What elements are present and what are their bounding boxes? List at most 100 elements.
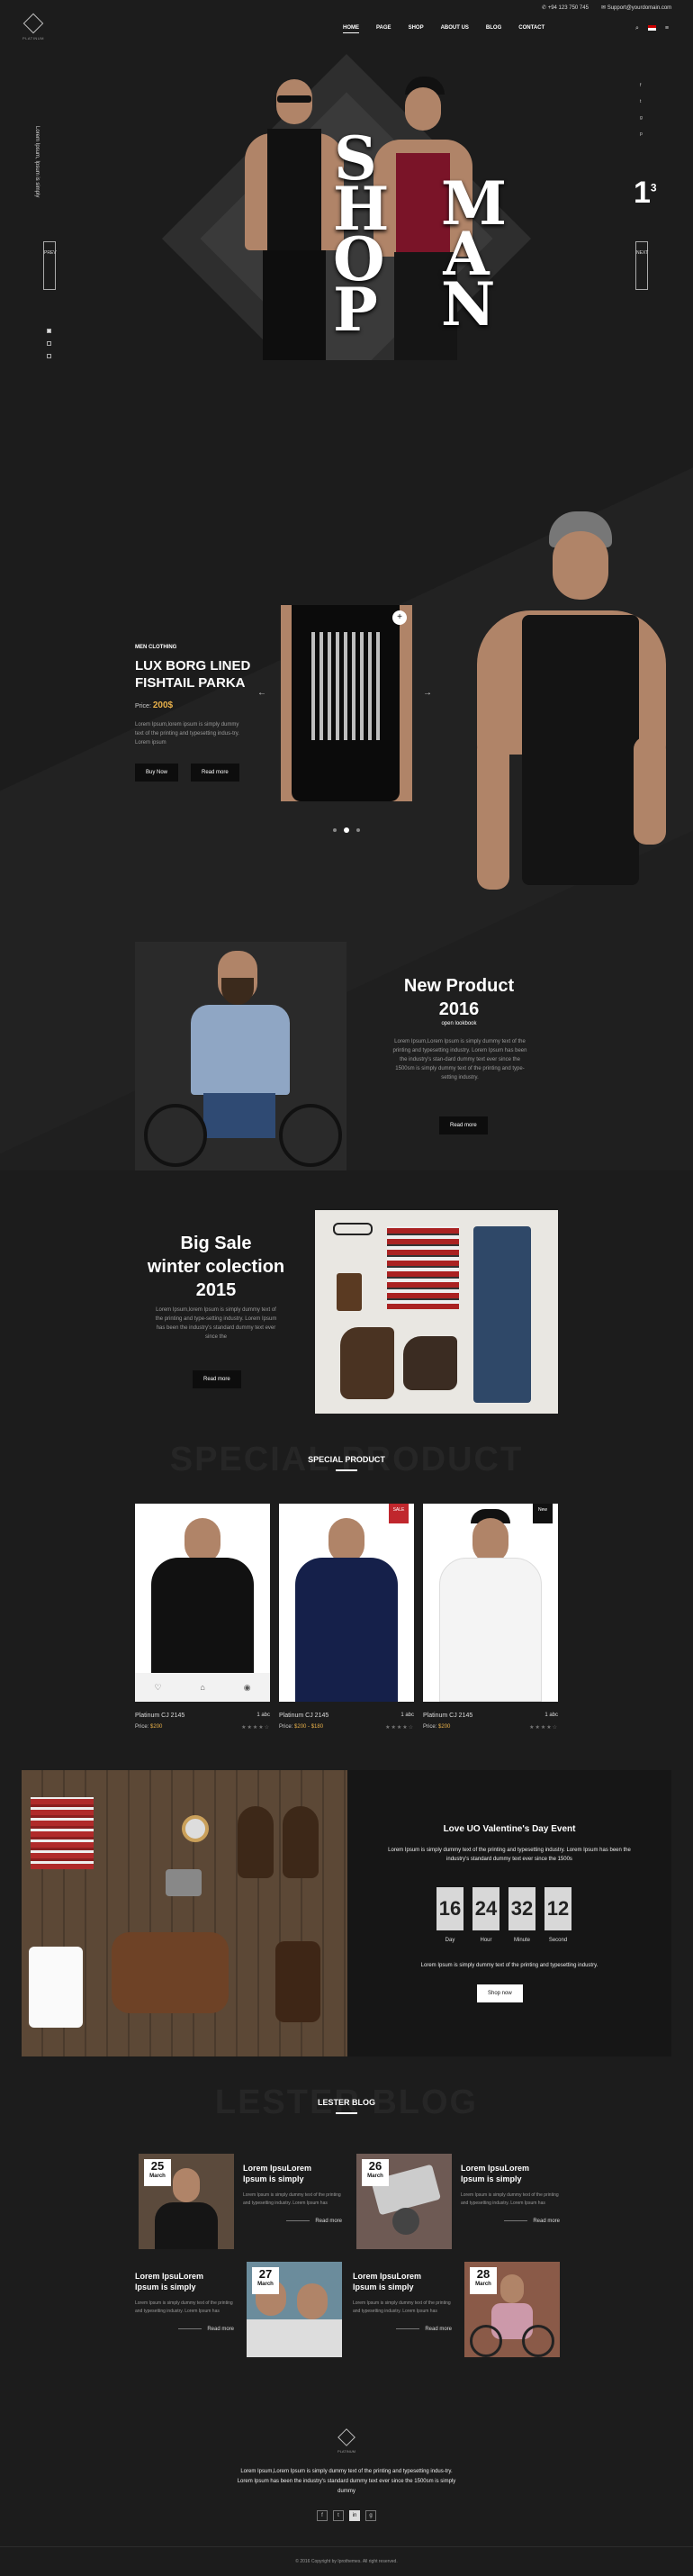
event-desc2: Lorem Ipsum is simply dummy text of the … bbox=[420, 1963, 598, 1968]
hero-word-man: MAN bbox=[441, 174, 507, 334]
bag-icon[interactable]: ⌂ bbox=[200, 1683, 204, 1692]
search-icon[interactable]: ⌕ bbox=[635, 25, 639, 32]
nav-contact[interactable]: CONTACT bbox=[518, 25, 544, 33]
eye-icon[interactable]: ◉ bbox=[244, 1683, 251, 1693]
model-shorts bbox=[203, 1093, 275, 1138]
bicycle-wheel-icon bbox=[470, 2325, 502, 2357]
blog-post-excerpt: Lorem Ipsum is simply dummy text of the … bbox=[461, 2192, 559, 2206]
blog-post-image[interactable]: 25 March bbox=[139, 2154, 234, 2249]
product-price-value: $200 bbox=[438, 1724, 451, 1730]
menu-icon[interactable]: ≡ bbox=[665, 25, 669, 32]
model-head bbox=[553, 531, 608, 600]
product-card[interactable]: SALE Platinum CJ 2145 1 abc Price: $200 … bbox=[279, 1504, 414, 1731]
featured-dot[interactable] bbox=[333, 828, 337, 832]
facebook-icon[interactable]: f bbox=[640, 83, 643, 88]
blog-date: 28 March bbox=[470, 2267, 497, 2294]
blog-read-more-link[interactable]: Read more bbox=[461, 2219, 560, 2224]
hero-prev-button[interactable]: PREV bbox=[43, 241, 57, 290]
twitter-icon[interactable]: t bbox=[333, 2510, 344, 2521]
google-icon[interactable]: g bbox=[365, 2510, 376, 2521]
arrow-right-icon[interactable]: → bbox=[423, 688, 432, 698]
model-tank-top bbox=[267, 129, 321, 255]
featured-price: Price: 200$ bbox=[135, 700, 173, 710]
product-image[interactable]: New bbox=[423, 1504, 558, 1702]
hero-dot[interactable] bbox=[47, 329, 51, 333]
timer-hour-value: 24 bbox=[472, 1887, 500, 1930]
blog-post-title-line2: Ipsum is simply bbox=[461, 2174, 522, 2183]
product-name[interactable]: Platinum CJ 2145 bbox=[423, 1713, 472, 1719]
blog-date-day: 27 bbox=[258, 2267, 273, 2281]
model-head bbox=[297, 2283, 328, 2319]
hero-dot[interactable] bbox=[47, 341, 51, 346]
bicycle-wheel-icon bbox=[522, 2325, 554, 2357]
arrow-left-icon[interactable]: ← bbox=[257, 688, 266, 698]
blog-post-body: Lorem IpsuLorem Ipsum is simply Lorem Ips… bbox=[243, 2163, 342, 2224]
featured-title: LUX BORG LINED FISHTAIL PARKA bbox=[135, 657, 250, 691]
product-card[interactable]: ♡ ⌂ ◉ Platinum CJ 2145 1 abc Price: $200… bbox=[135, 1504, 270, 1731]
big-sale-title-line2: winter colection bbox=[147, 1257, 285, 1277]
nav-shop[interactable]: SHOP bbox=[409, 25, 424, 33]
product-price: Price: $200 bbox=[135, 1724, 162, 1731]
featured-dot[interactable] bbox=[344, 827, 349, 833]
blog-post-title[interactable]: Lorem IpsuLorem Ipsum is simply bbox=[353, 2271, 452, 2292]
tablet-icon bbox=[29, 1947, 83, 2028]
blog-post-title[interactable]: Lorem IpsuLorem Ipsum is simply bbox=[461, 2163, 560, 2184]
linkedin-icon[interactable]: in bbox=[349, 2510, 360, 2521]
blog-post-title[interactable]: Lorem IpsuLorem Ipsum is simply bbox=[243, 2163, 342, 2184]
heart-icon[interactable]: ♡ bbox=[154, 1683, 161, 1693]
logo[interactable]: PLATINUM bbox=[20, 13, 47, 47]
facebook-icon[interactable]: f bbox=[317, 2510, 328, 2521]
big-sale-read-more-button[interactable]: Read more bbox=[193, 1370, 241, 1388]
featured-read-more-button[interactable]: Read more bbox=[191, 764, 239, 782]
hero-dot[interactable] bbox=[47, 354, 51, 358]
leather-bag-icon bbox=[112, 1932, 229, 2013]
blog-post-image[interactable]: 26 March bbox=[356, 2154, 452, 2249]
model-head bbox=[405, 87, 441, 131]
blog-read-more-link[interactable]: Read more bbox=[353, 2327, 452, 2332]
add-to-cart-plus-button[interactable]: + bbox=[392, 610, 407, 625]
timer-day-value: 16 bbox=[436, 1887, 464, 1930]
nav-blog[interactable]: BLOG bbox=[486, 25, 501, 33]
twitter-icon[interactable]: t bbox=[640, 99, 643, 104]
hero-next-button[interactable]: NEXT bbox=[635, 241, 648, 290]
timer-second-label: Second bbox=[548, 1938, 568, 1943]
timer-minute-value: 32 bbox=[508, 1887, 536, 1930]
blog-post-image[interactable]: 27 March bbox=[247, 2262, 342, 2357]
google-icon[interactable]: g bbox=[640, 115, 643, 121]
logo-mark-icon bbox=[338, 2428, 356, 2446]
shop-now-button[interactable]: Shop now bbox=[477, 1984, 523, 2002]
pinterest-icon[interactable]: p bbox=[640, 131, 643, 137]
featured-dot[interactable] bbox=[356, 828, 360, 832]
product-actions: ♡ ⌂ ◉ bbox=[135, 1673, 270, 1702]
product-image[interactable]: ♡ ⌂ ◉ bbox=[135, 1504, 270, 1702]
footer-logo[interactable]: PLATINUM bbox=[335, 2428, 358, 2454]
model-tank-top bbox=[522, 615, 639, 885]
nav-about[interactable]: ABOUT US bbox=[441, 25, 469, 33]
blog-date-day: 25 bbox=[150, 2159, 165, 2173]
featured-price-label: Price: bbox=[135, 703, 151, 710]
big-sale-title-line1: Big Sale bbox=[180, 1234, 252, 1253]
blog-post-image[interactable]: 28 March bbox=[464, 2262, 560, 2357]
blog-date-month: March bbox=[367, 2174, 383, 2179]
product-name[interactable]: Platinum CJ 2145 bbox=[279, 1713, 328, 1719]
nav-home[interactable]: HOME bbox=[343, 25, 359, 33]
nav-page[interactable]: PAGE bbox=[376, 25, 392, 33]
buy-now-button[interactable]: Buy Now bbox=[135, 764, 179, 782]
big-sale-desc: Lorem Ipsum,lorem Ipsum is simply dummy … bbox=[155, 1307, 277, 1340]
flag-icon[interactable] bbox=[647, 25, 656, 31]
blog-post-title[interactable]: Lorem IpsuLorem Ipsum is simply bbox=[135, 2271, 234, 2292]
blog-post-title-line1: Lorem IpsuLorem bbox=[135, 2272, 204, 2281]
product-image[interactable]: SALE bbox=[279, 1504, 414, 1702]
blog-title-underline bbox=[336, 2112, 357, 2114]
new-product-title-line1: New Product bbox=[403, 976, 515, 996]
product-stock: 1 abc bbox=[400, 1713, 414, 1718]
product-name[interactable]: Platinum CJ 2145 bbox=[135, 1713, 184, 1719]
new-product-read-more-button[interactable]: Read more bbox=[439, 1116, 488, 1134]
blog-read-more-link[interactable]: Read more bbox=[135, 2327, 234, 2332]
blog-read-more-link[interactable]: Read more bbox=[243, 2219, 342, 2224]
model-head bbox=[173, 2168, 200, 2202]
hero-counter-current: 1 bbox=[634, 176, 651, 210]
product-card[interactable]: New Platinum CJ 2145 1 abc Price: $200 ★… bbox=[423, 1504, 558, 1731]
blog-post-excerpt: Lorem Ipsum is simply dummy text of the … bbox=[135, 2300, 233, 2314]
beard bbox=[221, 978, 254, 1005]
